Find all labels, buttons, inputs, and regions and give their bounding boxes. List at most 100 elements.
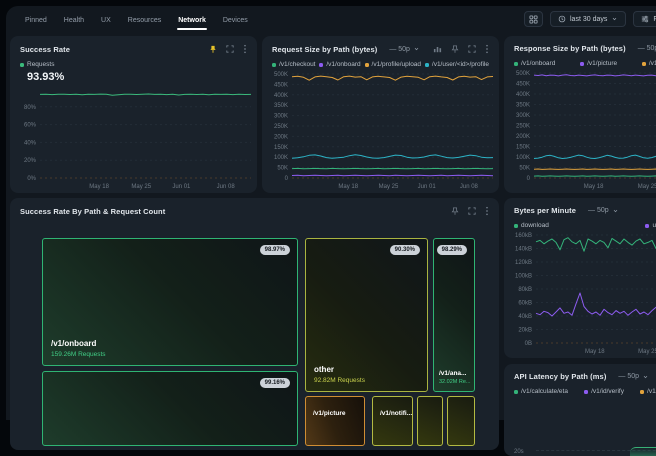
legend-dot — [645, 224, 649, 228]
filter-button[interactable]: Filter/Co — [633, 11, 656, 27]
latency-area-series — [630, 447, 656, 456]
pin-icon[interactable] — [451, 207, 459, 216]
percentile-value: — 50p — [389, 46, 410, 53]
percentile-dropdown[interactable]: — 50p — [618, 373, 649, 380]
panel-header: Request Size by Path (bytes) — 50p — [262, 36, 499, 54]
percentile-dropdown[interactable]: — 50p — [638, 45, 656, 52]
svg-text:400K: 400K — [516, 92, 530, 98]
svg-text:200K: 200K — [274, 134, 288, 140]
legend-item[interactable]: /v1/id/verify — [584, 388, 624, 395]
panel-header: Success Rate By Path & Request Count — [10, 198, 499, 216]
panel-title: Bytes per Minute — [514, 206, 576, 215]
panel-title: API Latency by Path (ms) — [514, 372, 606, 381]
legend-item[interactable]: /v1/profi — [642, 60, 656, 67]
clock-icon — [558, 15, 566, 23]
pin-icon[interactable] — [209, 45, 217, 54]
svg-text:80%: 80% — [24, 105, 37, 111]
line-chart-svg: 050K100K150K200K250K300K350K400K450K500K… — [266, 70, 495, 191]
time-range-selector[interactable]: last 30 days — [550, 11, 626, 27]
filter-sliders-icon — [641, 15, 649, 23]
legend-item[interactable]: /v1/picture — [580, 60, 617, 67]
treemap-box-analytics[interactable]: 98.29% /v1/ana... 32.02M Re... — [433, 238, 475, 392]
chevron-down-icon — [413, 46, 420, 52]
kebab-menu-icon[interactable] — [243, 44, 247, 54]
legend-item[interactable]: /v1/profile/upload — [365, 61, 422, 68]
y-axis-tick: 20s — [514, 449, 524, 455]
nav-tab-devices[interactable]: Devices — [222, 7, 249, 32]
treemap-box-onboard[interactable]: 98.97% /v1/onboard 159.26M Requests — [42, 238, 298, 366]
panel-header-icons — [433, 44, 489, 54]
legend-item[interactable]: /v1/user/<id>/profile — [425, 61, 489, 68]
svg-text:120kB: 120kB — [515, 260, 532, 266]
dashboard-grid-button[interactable] — [524, 11, 543, 27]
expand-icon[interactable] — [468, 207, 476, 215]
treemap-box-label: /v1/onboard — [51, 339, 96, 348]
svg-text:20kB: 20kB — [518, 328, 532, 334]
legend-item[interactable]: /v1/calculate/eta — [514, 388, 568, 395]
legend-dot — [584, 390, 588, 394]
chart-legend: /v1/onboard/v1/picture/v1/profi — [504, 53, 656, 67]
line-chart-svg: 0%20%40%60%80%May 18May 25Jun 01Jun 08 — [14, 85, 253, 191]
svg-text:60kB: 60kB — [518, 301, 532, 307]
expand-icon[interactable] — [468, 45, 476, 53]
panel-header: API Latency by Path (ms) — 50p — [504, 364, 656, 381]
legend-item[interactable]: /v1/onbo — [640, 388, 656, 395]
legend-label: upload — [652, 222, 656, 229]
legend-item[interactable]: upload — [645, 222, 656, 229]
chart-legend: /v1/checkout/v1/onboard/v1/profile/uploa… — [262, 54, 499, 68]
panel-title: Request Size by Path (bytes) — [272, 45, 377, 54]
percentile-dropdown[interactable]: — 50p — [588, 207, 619, 214]
svg-text:450K: 450K — [516, 82, 530, 88]
percentile-dropdown[interactable]: — 50p — [389, 46, 420, 53]
treemap-box-small-1[interactable] — [417, 396, 443, 446]
svg-text:250K: 250K — [274, 124, 288, 130]
series-line — [534, 75, 656, 76]
svg-text:May 18: May 18 — [585, 349, 605, 355]
nav-tab-resources[interactable]: Resources — [127, 7, 162, 32]
series-line — [292, 76, 493, 80]
api-latency-chart: 20s — [510, 399, 656, 456]
legend-label: /v1/calculate/eta — [521, 388, 568, 395]
svg-text:May 18: May 18 — [338, 184, 358, 190]
svg-text:May 18: May 18 — [89, 184, 109, 190]
nav-tab-health[interactable]: Health — [63, 7, 85, 32]
legend-dot — [272, 63, 276, 67]
treemap-box-other[interactable]: 90.30% other 92.82M Requests — [305, 238, 428, 392]
treemap-box-second[interactable]: 99.16% — [42, 371, 298, 446]
request-size-chart: 050K100K150K200K250K300K350K400K450K500K… — [266, 70, 495, 191]
response-size-chart: 050K100K150K200K250K300K350K400K450K500K… — [508, 69, 656, 191]
treemap-box-picture[interactable]: /v1/picture — [305, 396, 365, 446]
legend-item[interactable]: /v1/checkout — [272, 61, 316, 68]
svg-text:160kB: 160kB — [515, 233, 532, 239]
pin-icon[interactable] — [451, 45, 459, 54]
panel-title: Response Size by Path (bytes) — [514, 44, 626, 53]
expand-icon[interactable] — [226, 45, 234, 53]
treemap-box-requests: 159.26M Requests — [51, 351, 106, 358]
legend-label: /v1/onboard — [326, 61, 360, 68]
legend-item[interactable]: /v1/onboard — [514, 60, 555, 67]
svg-text:Jun 01: Jun 01 — [418, 184, 437, 190]
svg-text:0: 0 — [527, 176, 531, 182]
nav-tab-network[interactable]: Network — [177, 7, 207, 32]
svg-text:80kB: 80kB — [518, 287, 532, 293]
legend-item[interactable]: /v1/onboard — [319, 61, 360, 68]
legend-dot — [640, 390, 644, 394]
request-size-panel: Request Size by Path (bytes) — 50p — [262, 36, 499, 193]
treemap-box-notifications[interactable]: /v1/notifi... — [372, 396, 413, 446]
panel-header: Response Size by Path (bytes) — 50p — [504, 36, 656, 53]
legend-item[interactable]: Requests — [20, 61, 54, 68]
chart-type-icon[interactable] — [433, 45, 442, 53]
treemap-box-small-2[interactable] — [447, 396, 475, 446]
panel-title: Success Rate By Path & Request Count — [20, 207, 165, 216]
svg-text:450K: 450K — [274, 82, 288, 88]
nav-tab-ux[interactable]: UX — [100, 7, 112, 32]
legend-label: Requests — [27, 61, 54, 68]
svg-text:100K: 100K — [516, 155, 530, 161]
svg-text:250K: 250K — [516, 124, 530, 130]
kebab-menu-icon[interactable] — [485, 44, 489, 54]
panel-header-icons — [451, 206, 489, 216]
svg-text:100K: 100K — [274, 155, 288, 161]
kebab-menu-icon[interactable] — [485, 206, 489, 216]
legend-item[interactable]: download — [514, 222, 549, 229]
nav-tab-pinned[interactable]: Pinned — [24, 7, 48, 32]
